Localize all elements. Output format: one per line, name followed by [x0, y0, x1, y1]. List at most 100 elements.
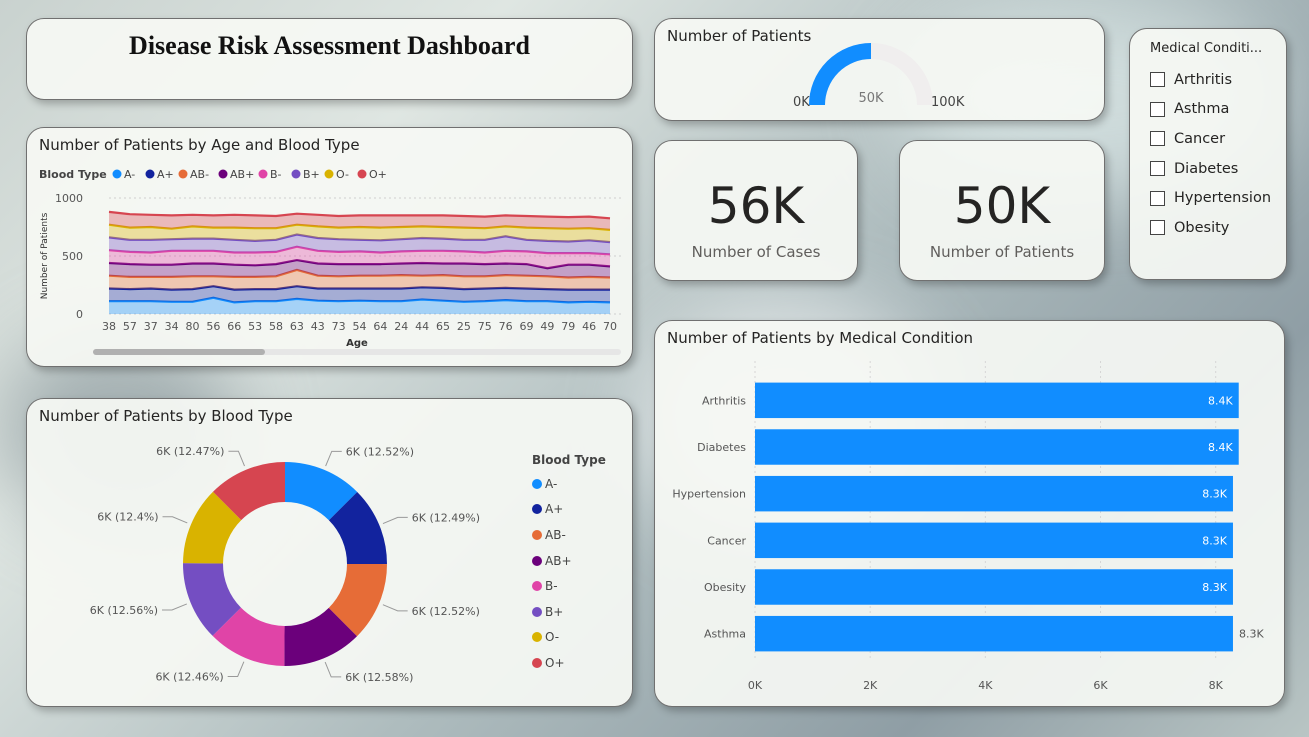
gauge-value-label: 50K — [858, 91, 884, 106]
age-blood-type-chart-card[interactable]: Number of Patients by Age and Blood Type… — [26, 127, 633, 367]
bar-hypertension[interactable] — [755, 475, 1233, 512]
slicer-list: Arthritis Asthma Cancer Diabetes Hyperte… — [1150, 65, 1271, 243]
bar-cancer[interactable] — [755, 522, 1233, 559]
legend-marker — [532, 606, 542, 617]
x-tick-label: 73 — [332, 320, 346, 333]
x-tick-label: 56 — [206, 320, 220, 333]
gauge-card[interactable]: Number of Patients 0K 50K 100K — [654, 18, 1105, 121]
kpi-cases-label: Number of Cases — [691, 243, 821, 261]
legend-item-A+[interactable]: A+ — [532, 497, 606, 523]
legend-label[interactable]: AB- — [190, 168, 209, 181]
page-title: Disease Risk Assessment Dashboard — [129, 31, 530, 60]
donut-data-label: 6K (12.49%) — [412, 511, 480, 524]
bar-diabetes[interactable] — [755, 429, 1239, 465]
checkbox[interactable] — [1150, 101, 1165, 117]
legend-label[interactable]: O+ — [369, 168, 387, 181]
donut-data-label: 6K (12.58%) — [345, 671, 413, 684]
slicer-title: Medical Conditi... — [1150, 41, 1263, 56]
legend-label: B+ — [545, 604, 564, 619]
bar-obesity[interactable] — [755, 569, 1233, 605]
leader-line — [161, 603, 188, 611]
slicer-item-diabetes[interactable]: Diabetes — [1150, 154, 1271, 184]
legend-marker — [532, 504, 542, 515]
bar-data-label: 8.3K — [1239, 628, 1264, 641]
y-tick-label: 1000 — [55, 192, 83, 205]
blood-type-donut-card[interactable]: Number of Patients by Blood Type 6K (12.… — [26, 398, 633, 707]
x-tick-label: 25 — [457, 320, 471, 333]
slicer-item-label: Diabetes — [1174, 160, 1239, 177]
kpi-patients-card[interactable]: 50K Number of Patients — [899, 140, 1105, 281]
bar-data-label: 8.3K — [1202, 534, 1227, 547]
legend-label: O+ — [545, 655, 565, 670]
area-xlabel: Age — [346, 338, 368, 349]
slicer-item-label: Hypertension — [1174, 190, 1272, 207]
legend-label[interactable]: B- — [270, 168, 282, 181]
legend-marker — [532, 657, 542, 668]
legend-marker — [258, 169, 268, 179]
checkbox[interactable] — [1150, 190, 1165, 206]
bar-arthritis[interactable] — [755, 382, 1239, 419]
category-label: Asthma — [704, 628, 746, 641]
leader-line — [382, 516, 408, 524]
legend-label[interactable]: AB+ — [230, 168, 254, 181]
legend-label[interactable]: A+ — [157, 168, 174, 181]
legend-label: O- — [545, 630, 560, 645]
x-tick-label: 80 — [186, 320, 200, 333]
kpi-cases-card[interactable]: 56K Number of Cases — [654, 140, 858, 281]
slicer-item-cancer[interactable]: Cancer — [1150, 124, 1271, 154]
bar-data-label: 8.3K — [1202, 488, 1227, 501]
bar-asthma[interactable] — [755, 615, 1233, 652]
legend-label[interactable]: O- — [336, 168, 349, 181]
legend-label: B- — [545, 579, 558, 594]
legend-marker — [112, 169, 122, 179]
legend-item-O+[interactable]: O+ — [532, 650, 606, 676]
legend-label: A- — [545, 476, 558, 491]
legend-item-B-[interactable]: B- — [532, 573, 606, 599]
medical-condition-slicer[interactable]: Medical Conditi... Arthritis Asthma Canc… — [1129, 28, 1287, 280]
slicer-item-obesity[interactable]: Obesity — [1150, 213, 1271, 243]
medical-condition-bar-card[interactable]: Number of Patients by Medical Condition … — [654, 320, 1285, 707]
donut-data-label: 6K (12.47%) — [156, 445, 224, 458]
legend-label[interactable]: B+ — [303, 168, 320, 181]
gauge-max-label: 100K — [931, 95, 965, 110]
kpi-patients-value: 50K — [953, 177, 1051, 235]
checkbox[interactable] — [1150, 72, 1165, 88]
legend-item-AB+[interactable]: AB+ — [532, 548, 606, 574]
bar-data-label: 8.3K — [1202, 581, 1227, 594]
slicer-item-label: Cancer — [1174, 130, 1226, 147]
category-label: Diabetes — [697, 441, 746, 454]
legend-item-A-[interactable]: A- — [532, 471, 606, 497]
legend-label: AB+ — [545, 553, 572, 568]
legend-item-B+[interactable]: B+ — [532, 599, 606, 625]
legend-item-O-[interactable]: O- — [532, 625, 606, 651]
x-tick-label: 57 — [123, 320, 137, 333]
checkbox[interactable] — [1150, 131, 1165, 147]
scrollbar-thumb[interactable] — [93, 349, 265, 355]
y-tick-label: 500 — [62, 250, 83, 263]
donut-legend: Blood Type A- A+ AB- AB+ B- B+ O- O+ — [532, 453, 606, 676]
legend-marker — [532, 529, 542, 540]
x-tick-label: 37 — [144, 320, 158, 333]
legend-marker — [324, 169, 334, 179]
legend-label[interactable]: A- — [124, 168, 135, 181]
x-tick-label: 75 — [478, 320, 492, 333]
bar-data-label: 8.4K — [1208, 441, 1233, 454]
kpi-patients-label: Number of Patients — [929, 243, 1075, 261]
checkbox[interactable] — [1150, 220, 1165, 236]
checkbox[interactable] — [1150, 161, 1165, 177]
x-tick-label: 69 — [520, 320, 534, 333]
legend-item-AB-[interactable]: AB- — [532, 522, 606, 548]
x-tick-label: 24 — [394, 320, 408, 333]
area-chart[interactable]: Blood Type A- A+ AB- AB+ B- B+ O- O+ 0 500 1000 3… — [27, 128, 634, 368]
slicer-item-asthma[interactable]: Asthma — [1150, 95, 1271, 125]
category-label: Obesity — [704, 581, 747, 594]
x-tick-label: 79 — [561, 320, 575, 333]
legend-label: A+ — [545, 502, 564, 517]
slicer-item-arthritis[interactable]: Arthritis — [1150, 65, 1271, 95]
kpi-cases-value: 56K — [707, 177, 805, 235]
slicer-item-hypertension[interactable]: Hypertension — [1150, 183, 1271, 213]
bar-chart[interactable]: 8.4K 8.4K 8.3K 8.3K 8.3K 8.3K Arthritis Diabet… — [655, 321, 1286, 708]
x-tick-label: 0K — [748, 679, 763, 692]
x-tick-label: 64 — [373, 320, 387, 333]
leader-line — [325, 450, 342, 467]
